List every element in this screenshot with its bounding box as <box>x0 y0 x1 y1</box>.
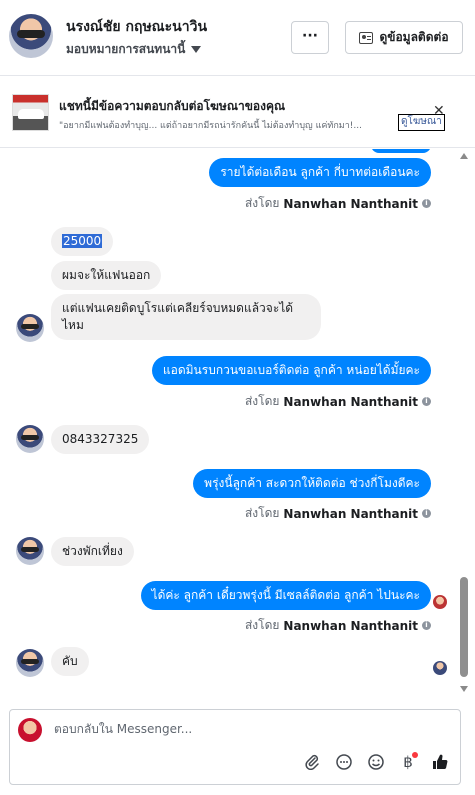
close-icon[interactable]: ✕ <box>433 104 445 118</box>
page-avatar <box>18 718 42 742</box>
smiley-icon[interactable] <box>366 752 386 772</box>
customer-avatar[interactable] <box>9 14 53 58</box>
more-options-button[interactable]: ··· <box>291 21 329 54</box>
message-bubble-incoming[interactable]: ช่วงพักเที่ยง <box>51 537 134 566</box>
message-thread: รายได้ต่อเดือน ลูกค้า กี่บาทต่อเดือนคะ ส… <box>0 149 475 703</box>
ad-banner-title: แชทนี้มีข้อความตอบกลับต่อโฆษณาของคุณ <box>59 99 286 113</box>
sent-by-label: ส่งโดย Nanwhan Nanthanit i <box>245 616 431 635</box>
message-bubble-outgoing[interactable]: รายได้ต่อเดือน ลูกค้า กี่บาทต่อเดือนคะ <box>209 158 431 187</box>
scroll-down-arrow-icon[interactable] <box>460 686 468 692</box>
message-bubble-incoming[interactable]: 0843327325 <box>51 425 150 454</box>
contact-card-icon <box>359 31 374 44</box>
view-contact-info-button[interactable]: ดูข้อมูลติดต่อ <box>345 21 463 54</box>
customer-avatar-small[interactable] <box>16 425 44 453</box>
seen-avatar-icon <box>433 595 447 609</box>
customer-avatar-small[interactable] <box>16 537 44 565</box>
ad-thumbnail[interactable] <box>12 94 49 131</box>
info-icon[interactable]: i <box>422 199 431 208</box>
message-bubble-incoming[interactable]: ผมจะให้แฟนออก <box>51 261 162 290</box>
message-bubble-outgoing[interactable]: แอดมินรบกวนขอเบอร์ติดต่อ ลูกค้า หน่อยได้… <box>151 356 431 385</box>
baht-icon[interactable]: ฿ <box>398 752 418 772</box>
scroll-up-arrow-icon[interactable] <box>460 153 468 159</box>
ad-reply-banner: แชทนี้มีข้อความตอบกลับต่อโฆษณาของคุณ "อย… <box>0 76 475 148</box>
notification-dot <box>412 752 418 758</box>
sent-by-label: ส่งโดย Nanwhan Nanthanit i <box>245 504 431 523</box>
message-bubble-incoming[interactable]: 25000 <box>51 227 114 256</box>
message-bubble-outgoing[interactable]: พรุ่งนี้ลูกค้า สะดวกให้ติดต่อ ช่วงกี่โมง… <box>193 469 431 498</box>
reply-input[interactable] <box>54 722 434 736</box>
message-bubble-partial <box>371 149 431 153</box>
message-bubble-incoming[interactable]: แต่แฟนเคยติดบูโรแต่เคลียร์จบหมดแล้วจะได้… <box>51 294 321 340</box>
thumbs-up-icon[interactable] <box>430 752 450 772</box>
info-icon[interactable]: i <box>422 397 431 406</box>
conversation-header: นรงณ์ชัย กฤษณะนาวิน มอบหมายการสนทนานี้ ·… <box>0 0 475 76</box>
paperclip-icon[interactable] <box>302 752 322 772</box>
customer-avatar-small[interactable] <box>16 649 44 677</box>
info-icon[interactable]: i <box>422 621 431 630</box>
assign-conversation-dropdown[interactable]: มอบหมายการสนทนานี้ <box>66 40 202 59</box>
seen-avatar-icon <box>433 661 447 675</box>
sent-by-label: ส่งโดย Nanwhan Nanthanit i <box>245 392 431 411</box>
scrollbar-thumb[interactable] <box>460 577 468 677</box>
thread-scrollbar[interactable] <box>456 149 473 703</box>
customer-name[interactable]: นรงณ์ชัย กฤษณะนาวิน <box>66 16 207 38</box>
message-bubble-outgoing[interactable]: ได้ค่ะ ลูกค้า เดี๋ยวพรุ่งนี้ มีเซลล์ติดต… <box>140 581 431 610</box>
assign-label: มอบหมายการสนทนานี้ <box>66 42 186 56</box>
view-contact-info-label: ดูข้อมูลติดต่อ <box>379 30 449 44</box>
caret-down-icon <box>191 46 202 53</box>
chat-bubble-icon[interactable] <box>334 752 354 772</box>
info-icon[interactable]: i <box>422 509 431 518</box>
reply-composer: ฿ <box>9 709 461 785</box>
sent-by-label: ส่งโดย Nanwhan Nanthanit i <box>245 194 431 213</box>
message-bubble-incoming[interactable]: คับ <box>51 647 89 676</box>
customer-avatar-small[interactable] <box>16 314 44 342</box>
ad-banner-text: "อยากมีแฟนต้องทำบุญ... แต่ถ้าอยากมีรถน่า… <box>59 121 362 131</box>
